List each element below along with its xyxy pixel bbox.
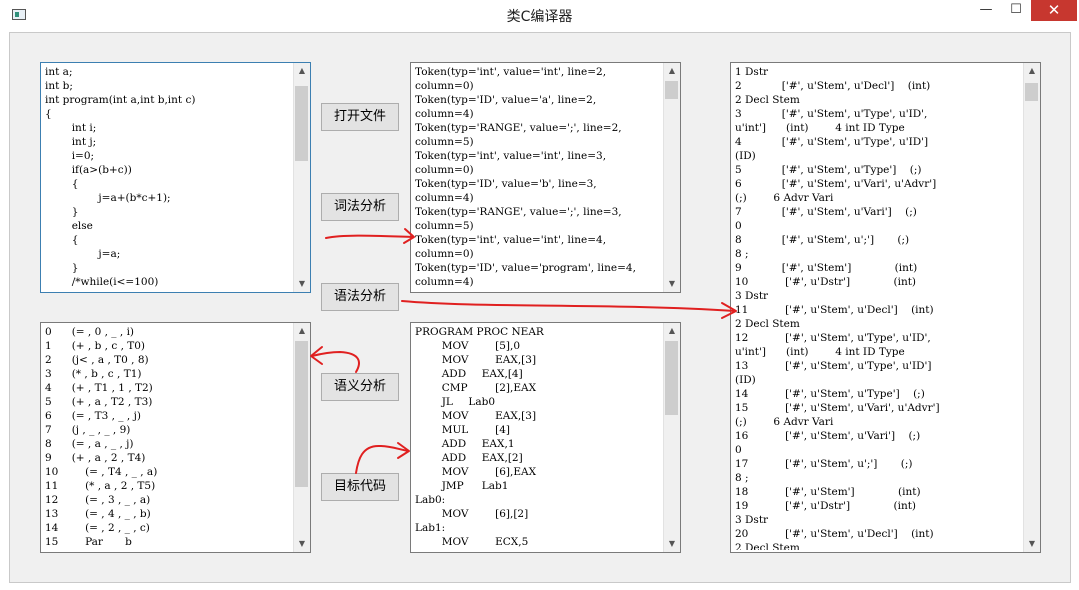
scroll-up-arrow-icon[interactable]: ▲ xyxy=(664,63,680,79)
source-code-editor[interactable]: int a; int b; int program(int a,int b,in… xyxy=(40,62,311,293)
scroll-thumb[interactable] xyxy=(295,341,308,487)
scroll-down-arrow-icon[interactable]: ▼ xyxy=(664,276,680,292)
scroll-up-arrow-icon[interactable]: ▲ xyxy=(1024,63,1040,79)
scroll-down-arrow-icon[interactable]: ▼ xyxy=(1024,536,1040,552)
minimize-button[interactable]: — xyxy=(970,0,1002,22)
title-bar: 类C编译器 — ☐ ✕ xyxy=(0,0,1079,30)
scroll-down-arrow-icon[interactable]: ▼ xyxy=(294,276,310,292)
syntax-output-text: 1 Dstr 2 ['#', u'Stem', u'Decl'] (int) 2… xyxy=(735,66,940,550)
quadruple-output[interactable]: 0 (= , 0 , _ , i) 1 (+ , b , c , T0) 2 (… xyxy=(40,322,311,553)
scroll-thumb[interactable] xyxy=(665,341,678,415)
scroll-down-arrow-icon[interactable]: ▼ xyxy=(664,536,680,552)
semantic-analysis-button[interactable]: 语义分析 xyxy=(321,373,399,401)
token-scrollbar[interactable]: ▲ ▼ xyxy=(663,63,680,292)
token-output-text: Token(typ='int', value='int', line=2, co… xyxy=(415,66,636,288)
close-button[interactable]: ✕ xyxy=(1031,0,1077,21)
scroll-up-arrow-icon[interactable]: ▲ xyxy=(294,323,310,339)
syntax-analysis-button[interactable]: 语法分析 xyxy=(321,283,399,311)
target-scrollbar[interactable]: ▲ ▼ xyxy=(663,323,680,552)
target-code-output[interactable]: PROGRAM PROC NEAR MOV [5],0 MOV EAX,[3] … xyxy=(410,322,681,553)
window-title: 类C编译器 xyxy=(506,9,573,25)
source-scrollbar[interactable]: ▲ ▼ xyxy=(293,63,310,292)
scroll-up-arrow-icon[interactable]: ▲ xyxy=(664,323,680,339)
quadruple-output-text: 0 (= , 0 , _ , i) 1 (+ , b , c , T0) 2 (… xyxy=(45,326,158,548)
source-code-text[interactable]: int a; int b; int program(int a,int b,in… xyxy=(45,65,292,290)
lexical-analysis-button[interactable]: 词法分析 xyxy=(321,193,399,221)
target-code-button[interactable]: 目标代码 xyxy=(321,473,399,501)
syntax-scrollbar[interactable]: ▲ ▼ xyxy=(1023,63,1040,552)
scroll-thumb[interactable] xyxy=(1025,83,1038,101)
scroll-up-arrow-icon[interactable]: ▲ xyxy=(294,63,310,79)
maximize-button[interactable]: ☐ xyxy=(1000,0,1032,22)
syntax-output[interactable]: 1 Dstr 2 ['#', u'Stem', u'Decl'] (int) 2… xyxy=(730,62,1041,553)
scroll-down-arrow-icon[interactable]: ▼ xyxy=(294,536,310,552)
target-code-text: PROGRAM PROC NEAR MOV [5],0 MOV EAX,[3] … xyxy=(415,326,544,548)
quadruple-scrollbar[interactable]: ▲ ▼ xyxy=(293,323,310,552)
scroll-thumb[interactable] xyxy=(665,81,678,99)
scroll-thumb[interactable] xyxy=(295,86,308,161)
token-output[interactable]: Token(typ='int', value='int', line=2, co… xyxy=(410,62,681,293)
open-file-button[interactable]: 打开文件 xyxy=(321,103,399,131)
